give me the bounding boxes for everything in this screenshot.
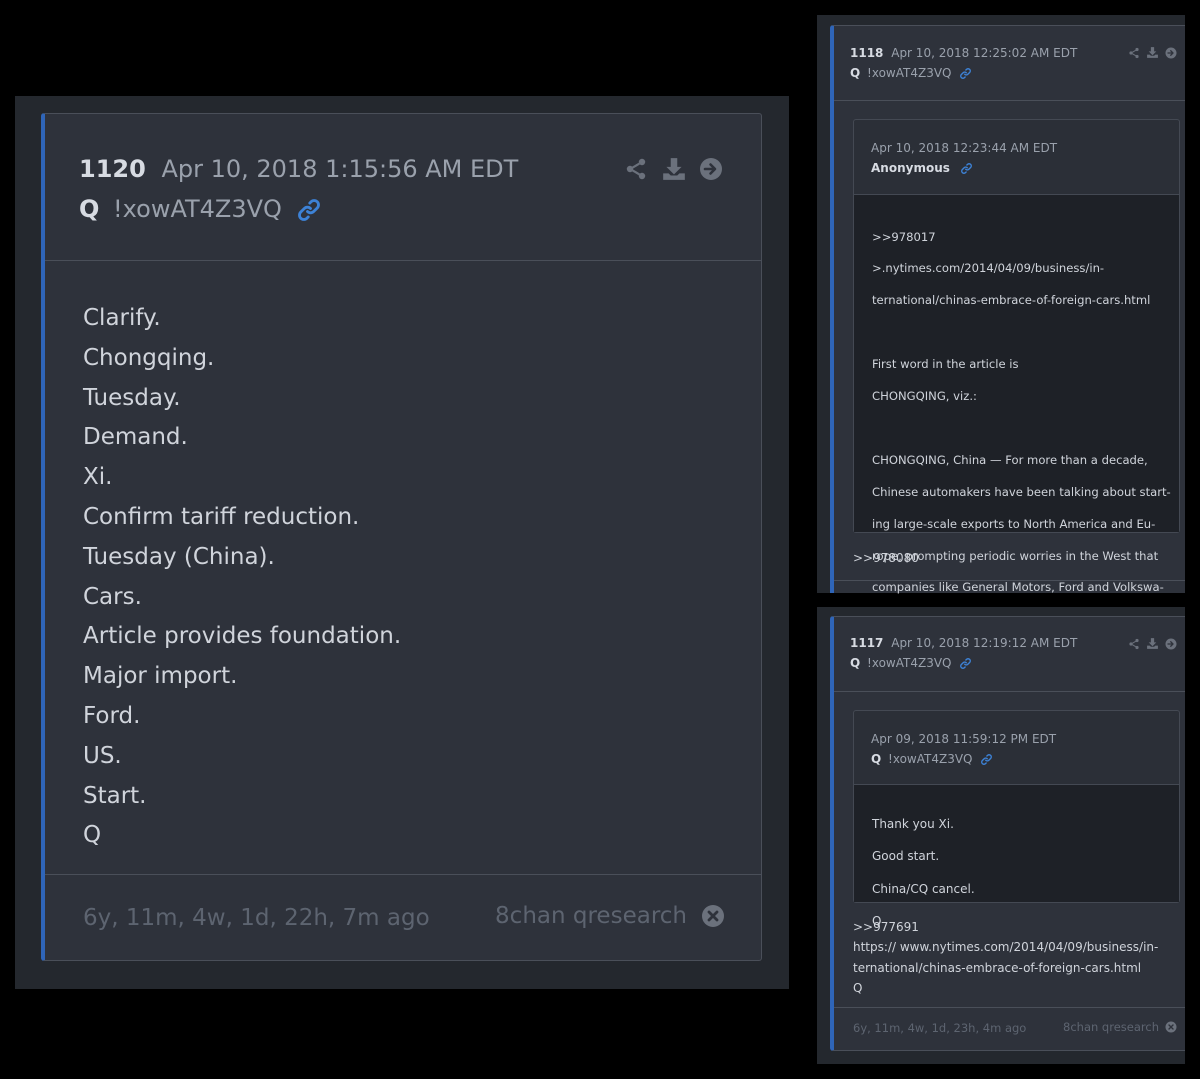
quoted-post-line[interactable]: >>978017 bbox=[872, 227, 1179, 247]
quoted-post-body: Thank you Xi. Good start. China/CQ cancel.… bbox=[854, 785, 1179, 928]
post-tripcode: !xowAT4Z3VQ bbox=[867, 656, 952, 670]
quoted-post-line: CHONGQING, China — For more than a decad… bbox=[872, 452, 1148, 467]
post-date: Apr 10, 2018 1:15:56 AM EDT bbox=[161, 155, 519, 183]
post-date: Apr 10, 2018 12:25:02 AM EDT bbox=[891, 46, 1078, 60]
arrow-right-icon[interactable] bbox=[1165, 47, 1177, 59]
post-age: 6y, 11m, 4w, 1d, 23h, 4m ago bbox=[853, 1021, 1027, 1035]
close-icon[interactable] bbox=[1165, 1021, 1177, 1033]
post-line: Chongqing. bbox=[83, 344, 215, 371]
quoted-post: Apr 10, 2018 12:23:44 AM EDT Anonymous >… bbox=[853, 119, 1180, 690]
post-header: 1118 Apr 10, 2018 12:25:02 AM EDT Q !xow… bbox=[834, 26, 1185, 101]
post-line: https:// www.nytimes.com/2014/04/09/busi… bbox=[853, 940, 1159, 955]
download-icon[interactable] bbox=[1146, 46, 1159, 59]
post-body: Clarify. Chongqing. Tuesday. Demand. Xi. Conf… bbox=[45, 261, 761, 856]
post-line[interactable]: >>977691 bbox=[853, 917, 1158, 937]
quoted-post-line: >.nytimes.com/2014/04/09/business/in- bbox=[872, 261, 1105, 276]
link-icon[interactable] bbox=[960, 162, 973, 175]
post-footer: 6y, 11m, 4w, 1d, 22h, 7m ago 8chan qrese… bbox=[45, 874, 761, 960]
quoted-post-tripcode: !xowAT4Z3VQ bbox=[888, 752, 973, 766]
quoted-post-line: First word in the article is bbox=[872, 357, 1019, 372]
quoted-post-header: Apr 10, 2018 12:23:44 AM EDT Anonymous bbox=[854, 120, 1179, 195]
post-age: 6y, 11m, 4w, 1d, 22h, 7m ago bbox=[83, 905, 430, 931]
post-line: Clarify. bbox=[83, 305, 161, 331]
quoted-post-line: Thank you Xi. bbox=[872, 817, 954, 831]
quoted-post-line: CHONGQING, viz.: bbox=[872, 389, 977, 404]
close-icon[interactable] bbox=[701, 904, 725, 928]
post-source[interactable]: 8chan qresearch bbox=[495, 903, 687, 929]
quoted-post-line: ternational/chinas-embrace-of-foreign-ca… bbox=[872, 293, 1151, 308]
post-line: ternational/chinas-embrace-of-foreign-ca… bbox=[853, 960, 1142, 975]
quoted-post-line: China/CQ cancel. bbox=[872, 881, 975, 896]
post-line: Major import. bbox=[83, 663, 238, 690]
quoted-post-line: ing large-scale exports to North America… bbox=[872, 516, 1156, 531]
post-footer: 6y, 11m, 4w, 1d, 23h, 4m ago 8chan qrese… bbox=[834, 1007, 1185, 1050]
share-icon[interactable] bbox=[624, 157, 648, 181]
post-header: 1117 Apr 10, 2018 12:19:12 AM EDT Q !xow… bbox=[834, 617, 1185, 692]
share-icon[interactable] bbox=[1128, 638, 1140, 650]
quoted-post-body: >>978017 >.nytimes.com/2014/04/09/busines… bbox=[854, 195, 1179, 690]
quoted-post-date: Apr 09, 2018 11:59:12 PM EDT bbox=[871, 732, 1057, 746]
link-icon[interactable] bbox=[959, 657, 972, 670]
post-number[interactable]: 1117 bbox=[850, 636, 883, 650]
link-icon[interactable] bbox=[980, 753, 993, 766]
post-author: Q bbox=[850, 656, 861, 670]
quoted-post-line: Good start. bbox=[872, 849, 940, 864]
post-body: >>977691 https:// www.nytimes.com/2014/04… bbox=[853, 917, 1158, 998]
post-line: Q bbox=[853, 980, 863, 995]
post-line: US. bbox=[83, 742, 122, 769]
post-line: Q bbox=[83, 822, 102, 849]
link-icon[interactable] bbox=[959, 67, 972, 80]
quoted-post-date: Apr 10, 2018 12:23:44 AM EDT bbox=[871, 141, 1058, 155]
post-tripcode: !xowAT4Z3VQ bbox=[867, 66, 952, 80]
post-body: >>978080 bbox=[853, 548, 919, 568]
post-source[interactable]: 8chan qresearch bbox=[1063, 1020, 1159, 1034]
post-card-1120: 1120 Apr 10, 2018 1:15:56 AM EDT Q !xowA… bbox=[41, 113, 762, 961]
download-icon[interactable] bbox=[661, 156, 687, 182]
post-author: Q bbox=[79, 195, 100, 223]
post-line: Cars. bbox=[83, 583, 142, 610]
post-line: Article provides foundation. bbox=[83, 623, 402, 650]
quoted-post-line: Chinese automakers have been talking abo… bbox=[872, 484, 1171, 499]
post-tripcode: !xowAT4Z3VQ bbox=[113, 195, 282, 223]
link-icon[interactable] bbox=[296, 197, 322, 223]
quoted-post-header: Apr 09, 2018 11:59:12 PM EDT Q !xowAT4Z3… bbox=[854, 711, 1179, 785]
post-line: Demand. bbox=[83, 424, 188, 451]
quoted-post-author: Anonymous bbox=[871, 161, 950, 175]
post-panel-1117: 1117 Apr 10, 2018 12:19:12 AM EDT Q !xow… bbox=[817, 607, 1185, 1064]
quoted-post-author: Q bbox=[871, 752, 882, 766]
post-actions bbox=[1128, 637, 1177, 650]
post-panel-1120: 1120 Apr 10, 2018 1:15:56 AM EDT Q !xowA… bbox=[15, 96, 789, 989]
post-line: Tuesday (China). bbox=[83, 543, 275, 570]
quoted-post-line bbox=[872, 418, 1179, 438]
arrow-right-icon[interactable] bbox=[699, 157, 723, 181]
post-number[interactable]: 1118 bbox=[850, 46, 883, 60]
share-icon[interactable] bbox=[1128, 47, 1140, 59]
post-line: Xi. bbox=[83, 464, 113, 491]
post-actions bbox=[1128, 46, 1177, 59]
post-date: Apr 10, 2018 12:19:12 AM EDT bbox=[891, 636, 1078, 650]
post-line: Ford. bbox=[83, 702, 141, 729]
post-card-1118: 1118 Apr 10, 2018 12:25:02 AM EDT Q !xow… bbox=[830, 25, 1185, 690]
post-divider bbox=[834, 580, 1185, 581]
download-icon[interactable] bbox=[1146, 637, 1159, 650]
post-line: Confirm tariff reduction. bbox=[83, 503, 360, 530]
quoted-post-line bbox=[872, 322, 1179, 342]
post-author: Q bbox=[850, 66, 861, 80]
post-number[interactable]: 1120 bbox=[79, 155, 146, 183]
arrow-right-icon[interactable] bbox=[1165, 638, 1177, 650]
post-card-1117: 1117 Apr 10, 2018 12:19:12 AM EDT Q !xow… bbox=[830, 616, 1185, 1051]
post-line: Start. bbox=[83, 782, 147, 809]
post-panel-1118: 1118 Apr 10, 2018 12:25:02 AM EDT Q !xow… bbox=[817, 15, 1185, 690]
post-line[interactable]: >>978080 bbox=[853, 548, 919, 568]
quoted-post: Apr 09, 2018 11:59:12 PM EDT Q !xowAT4Z3… bbox=[853, 710, 1180, 928]
post-actions bbox=[624, 156, 723, 182]
post-header: 1120 Apr 10, 2018 1:15:56 AM EDT Q !xowA… bbox=[45, 114, 761, 261]
post-line: Tuesday. bbox=[83, 384, 181, 411]
